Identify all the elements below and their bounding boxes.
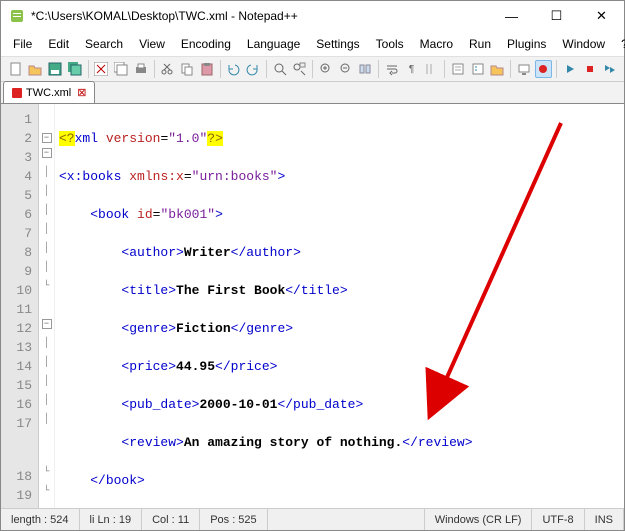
menu-search[interactable]: Search xyxy=(79,35,129,53)
replace-icon[interactable] xyxy=(290,60,308,78)
wrap-icon[interactable] xyxy=(383,60,401,78)
status-length: length : 524 xyxy=(1,509,80,530)
play-macro-icon[interactable] xyxy=(561,60,579,78)
unsaved-dot-icon xyxy=(12,88,22,98)
menu-file[interactable]: File xyxy=(7,35,38,53)
menu-plugins[interactable]: Plugins xyxy=(501,35,552,53)
stop-record-icon[interactable] xyxy=(581,60,599,78)
tab-close-icon[interactable]: ⊠ xyxy=(77,86,86,99)
close-button[interactable]: ✕ xyxy=(579,1,624,31)
status-bar: length : 524 li Ln : 19 Col : 11 Pos : 5… xyxy=(1,508,624,530)
menu-tools[interactable]: Tools xyxy=(370,35,410,53)
open-file-icon[interactable] xyxy=(27,60,45,78)
sync-scroll-icon[interactable] xyxy=(356,60,374,78)
status-encoding[interactable]: UTF-8 xyxy=(532,509,584,530)
app-icon xyxy=(9,8,25,24)
menu-help[interactable]: ? xyxy=(615,35,625,53)
zoom-out-icon[interactable] xyxy=(337,60,355,78)
menu-language[interactable]: Language xyxy=(241,35,306,53)
redo-icon[interactable] xyxy=(244,60,262,78)
find-icon[interactable] xyxy=(271,60,289,78)
file-tab[interactable]: TWC.xml ⊠ xyxy=(3,81,95,103)
close-file-icon[interactable] xyxy=(93,60,111,78)
tab-label: TWC.xml xyxy=(26,87,71,99)
maximize-button[interactable]: ☐ xyxy=(534,1,579,31)
menu-settings[interactable]: Settings xyxy=(310,35,365,53)
line-gutter: 12345678910111213141516171819 xyxy=(1,104,39,508)
status-insert-mode[interactable]: INS xyxy=(585,509,624,530)
minimize-button[interactable]: — xyxy=(489,1,534,31)
tab-bar: TWC.xml ⊠ xyxy=(1,82,624,104)
undo-icon[interactable] xyxy=(225,60,243,78)
new-file-icon[interactable] xyxy=(7,60,25,78)
fold-gutter[interactable]: − − ││││││└ − │││││ └└ xyxy=(39,104,55,508)
code-area[interactable]: <?xml version="1.0"?> <x:books xmlns:x="… xyxy=(55,104,624,508)
toolbar: ¶ xyxy=(1,57,624,82)
print-icon[interactable] xyxy=(132,60,150,78)
record-macro-icon[interactable] xyxy=(535,60,553,78)
menu-encoding[interactable]: Encoding xyxy=(175,35,237,53)
close-all-icon[interactable] xyxy=(112,60,130,78)
menu-window[interactable]: Window xyxy=(556,35,611,53)
window-title: *C:\Users\KOMAL\Desktop\TWC.xml - Notepa… xyxy=(31,9,489,23)
menu-bar: File Edit Search View Encoding Language … xyxy=(1,31,624,57)
function-list-icon[interactable] xyxy=(469,60,487,78)
menu-edit[interactable]: Edit xyxy=(42,35,75,53)
copy-icon[interactable] xyxy=(178,60,196,78)
title-bar: *C:\Users\KOMAL\Desktop\TWC.xml - Notepa… xyxy=(1,1,624,31)
save-icon[interactable] xyxy=(46,60,64,78)
doc-map-icon[interactable] xyxy=(449,60,467,78)
indent-guide-icon[interactable] xyxy=(422,60,440,78)
status-col: Col : 11 xyxy=(142,509,200,530)
save-all-icon[interactable] xyxy=(66,60,84,78)
cut-icon[interactable] xyxy=(159,60,177,78)
paste-icon[interactable] xyxy=(198,60,216,78)
menu-view[interactable]: View xyxy=(133,35,171,53)
zoom-in-icon[interactable] xyxy=(317,60,335,78)
run-multiple-icon[interactable] xyxy=(601,60,619,78)
status-line: li Ln : 19 xyxy=(80,509,143,530)
menu-run[interactable]: Run xyxy=(463,35,497,53)
show-all-chars-icon[interactable]: ¶ xyxy=(403,60,421,78)
editor[interactable]: 12345678910111213141516171819 − − ││││││… xyxy=(1,104,624,508)
monitor-icon[interactable] xyxy=(515,60,533,78)
folder-view-icon[interactable] xyxy=(488,60,506,78)
status-pos: Pos : 525 xyxy=(200,509,267,530)
status-eol[interactable]: Windows (CR LF) xyxy=(425,509,533,530)
menu-macro[interactable]: Macro xyxy=(414,35,459,53)
